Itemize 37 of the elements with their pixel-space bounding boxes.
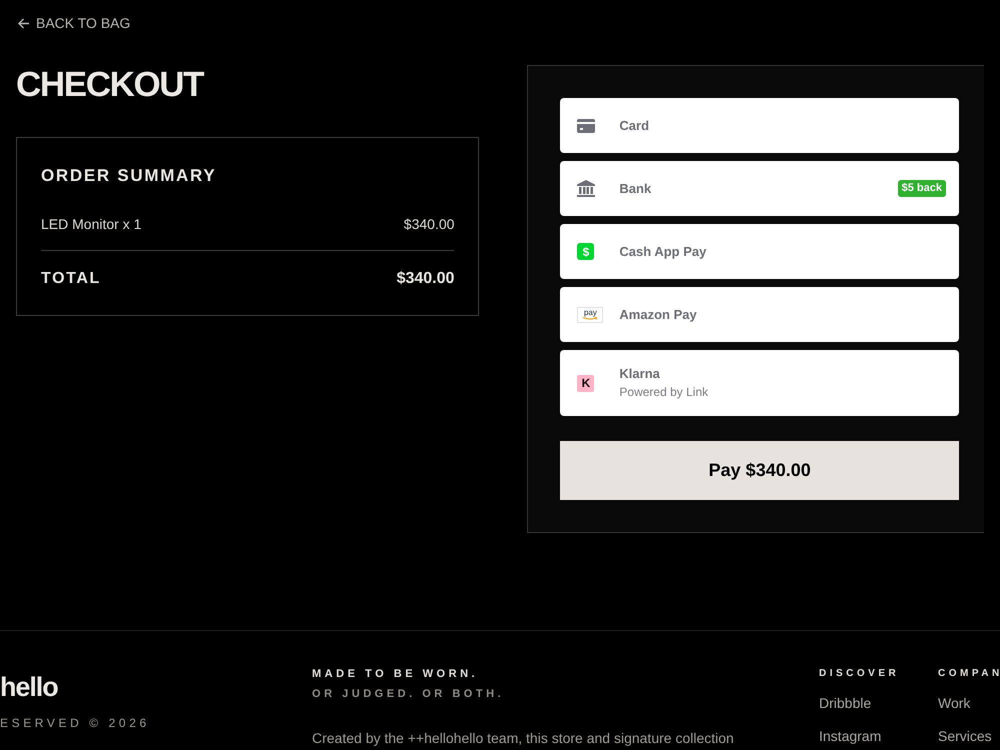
footer-link[interactable]: Work [938, 693, 970, 713]
tagline: MADE TO BE WORN. [312, 667, 478, 681]
payment-option-label: Card [619, 118, 650, 134]
total-label: TOTAL [41, 269, 101, 289]
bank-icon [577, 180, 596, 197]
dollar-sign-icon: $ [577, 243, 594, 260]
brand-logo: hello [0, 671, 58, 704]
cashback-badge: $5 back [898, 180, 946, 197]
item-name: LED Monitor x 1 [41, 215, 142, 234]
left-arrow-icon [18, 18, 30, 28]
column-heading: COMPAN [938, 667, 1000, 681]
page-title: CHECKOUT [16, 65, 204, 105]
payment-option[interactable]: K Klarna Powered by Link [560, 350, 959, 416]
footer-description: Created by the ++hellohello team, this store and signature collection [312, 729, 734, 748]
footer-link[interactable]: Dribbble [819, 693, 872, 713]
pay-button[interactable]: Pay $340.00 [560, 441, 959, 500]
payment-option[interactable]: $ Cash App Pay [560, 224, 959, 279]
payment-option[interactable]: Card [560, 98, 959, 153]
copyright-text: ESERVED © 2026 [0, 715, 150, 731]
payment-option-label: Bank [619, 180, 652, 196]
tagline: OR JUDGED. OR BOTH. [312, 687, 504, 701]
footer-link[interactable]: Services [938, 726, 992, 746]
credit-card-icon [577, 118, 596, 132]
k-logo-icon: K [577, 374, 594, 392]
payment-option[interactable]: pay Amazon Pay [560, 287, 959, 342]
back-link[interactable]: BACK TO BAG [16, 13, 130, 33]
payment-option-label: Cash App Pay [619, 244, 708, 260]
total-amount: $340.00 [396, 269, 454, 289]
item-price: $340.00 [404, 215, 454, 234]
payment-option[interactable]: Bank $5 back [560, 161, 959, 216]
order-summary-heading: ORDER SUMMARY [41, 166, 218, 186]
payment-option-label: Amazon Pay [619, 306, 698, 322]
footer-link[interactable]: Instagram [819, 726, 882, 746]
column-heading: DISCOVER [819, 667, 900, 681]
payment-option-label: Klarna [619, 366, 661, 382]
payment-option-sublabel: Powered by Link [619, 384, 710, 400]
pay-logo-icon: pay [577, 306, 604, 322]
